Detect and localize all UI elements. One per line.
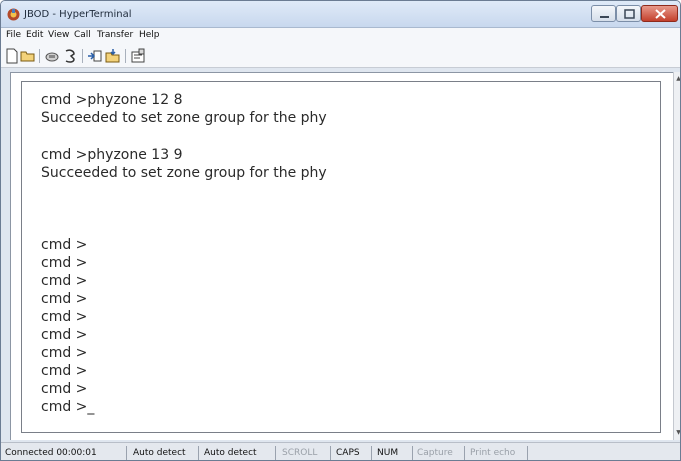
maximize-button[interactable] [616,5,641,22]
terminal-line: Succeeded to set zone group for the phy [41,165,327,181]
menu-file[interactable]: File [6,30,21,40]
status-scroll: SCROLL [280,446,331,460]
terminal-line: cmd > [41,345,88,361]
menu-edit[interactable]: Edit [26,30,43,40]
minimize-icon [600,16,609,18]
terminal-line: cmd >phyzone 12 8 [41,92,183,108]
terminal-line: cmd > [41,381,88,397]
title-bar[interactable]: JBOD - HyperTerminal [1,1,680,28]
toolbar-separator [125,49,126,63]
minimize-button[interactable] [591,5,616,22]
menu-call[interactable]: Call [74,30,91,40]
status-bar: Connected 00:00:01 Auto detect Auto dete… [1,442,680,460]
terminal-prompt-line: cmd >_ [41,399,95,415]
close-icon [655,9,666,19]
close-button[interactable] [641,5,678,22]
status-capture: Capture [415,446,465,460]
properties-icon[interactable] [130,48,146,64]
menu-bar: File Edit View Call Transfer Help [1,28,680,44]
hyperterminal-app-icon [7,8,20,21]
receive-icon[interactable] [105,48,121,64]
terminal-line: cmd > [41,291,88,307]
open-folder-icon[interactable] [20,48,36,64]
terminal-line: cmd > [41,327,88,343]
terminal-line: cmd >phyzone 13 9 [41,147,183,163]
terminal-line: cmd > [41,363,88,379]
terminal-line: cmd > [41,255,88,271]
window-title: JBOD - HyperTerminal [24,9,132,20]
status-num: NUM [375,446,413,460]
scroll-down-icon[interactable]: ▼ [675,429,680,436]
hyperterminal-window: JBOD - HyperTerminal File Edit View Call… [0,0,681,461]
status-connected: Connected 00:00:01 [3,446,127,460]
status-caps: CAPS [334,446,372,460]
terminal-line: Succeeded to set zone group for the phy [41,110,327,126]
vertical-scrollbar[interactable]: ▲ ▼ [673,72,680,440]
menu-transfer[interactable]: Transfer [97,30,133,40]
status-print-echo: Print echo [468,446,528,460]
terminal-line: cmd > [41,237,88,253]
toolbar-separator [39,49,40,63]
terminal-screen[interactable] [21,81,661,433]
terminal-line: cmd > [41,273,88,289]
status-detect-2: Auto detect [202,446,276,460]
menu-view[interactable]: View [48,30,69,40]
toolbar-separator [82,49,83,63]
terminal-line: cmd > [41,309,88,325]
scroll-up-icon[interactable]: ▲ [675,75,680,82]
disconnect-icon[interactable] [62,48,78,64]
toolbar [1,44,680,68]
menu-help[interactable]: Help [139,30,160,40]
status-detect-1: Auto detect [131,446,199,460]
phone-icon[interactable] [44,48,60,64]
send-icon[interactable] [87,48,103,64]
new-document-icon[interactable] [4,48,20,64]
maximize-icon [624,9,635,19]
